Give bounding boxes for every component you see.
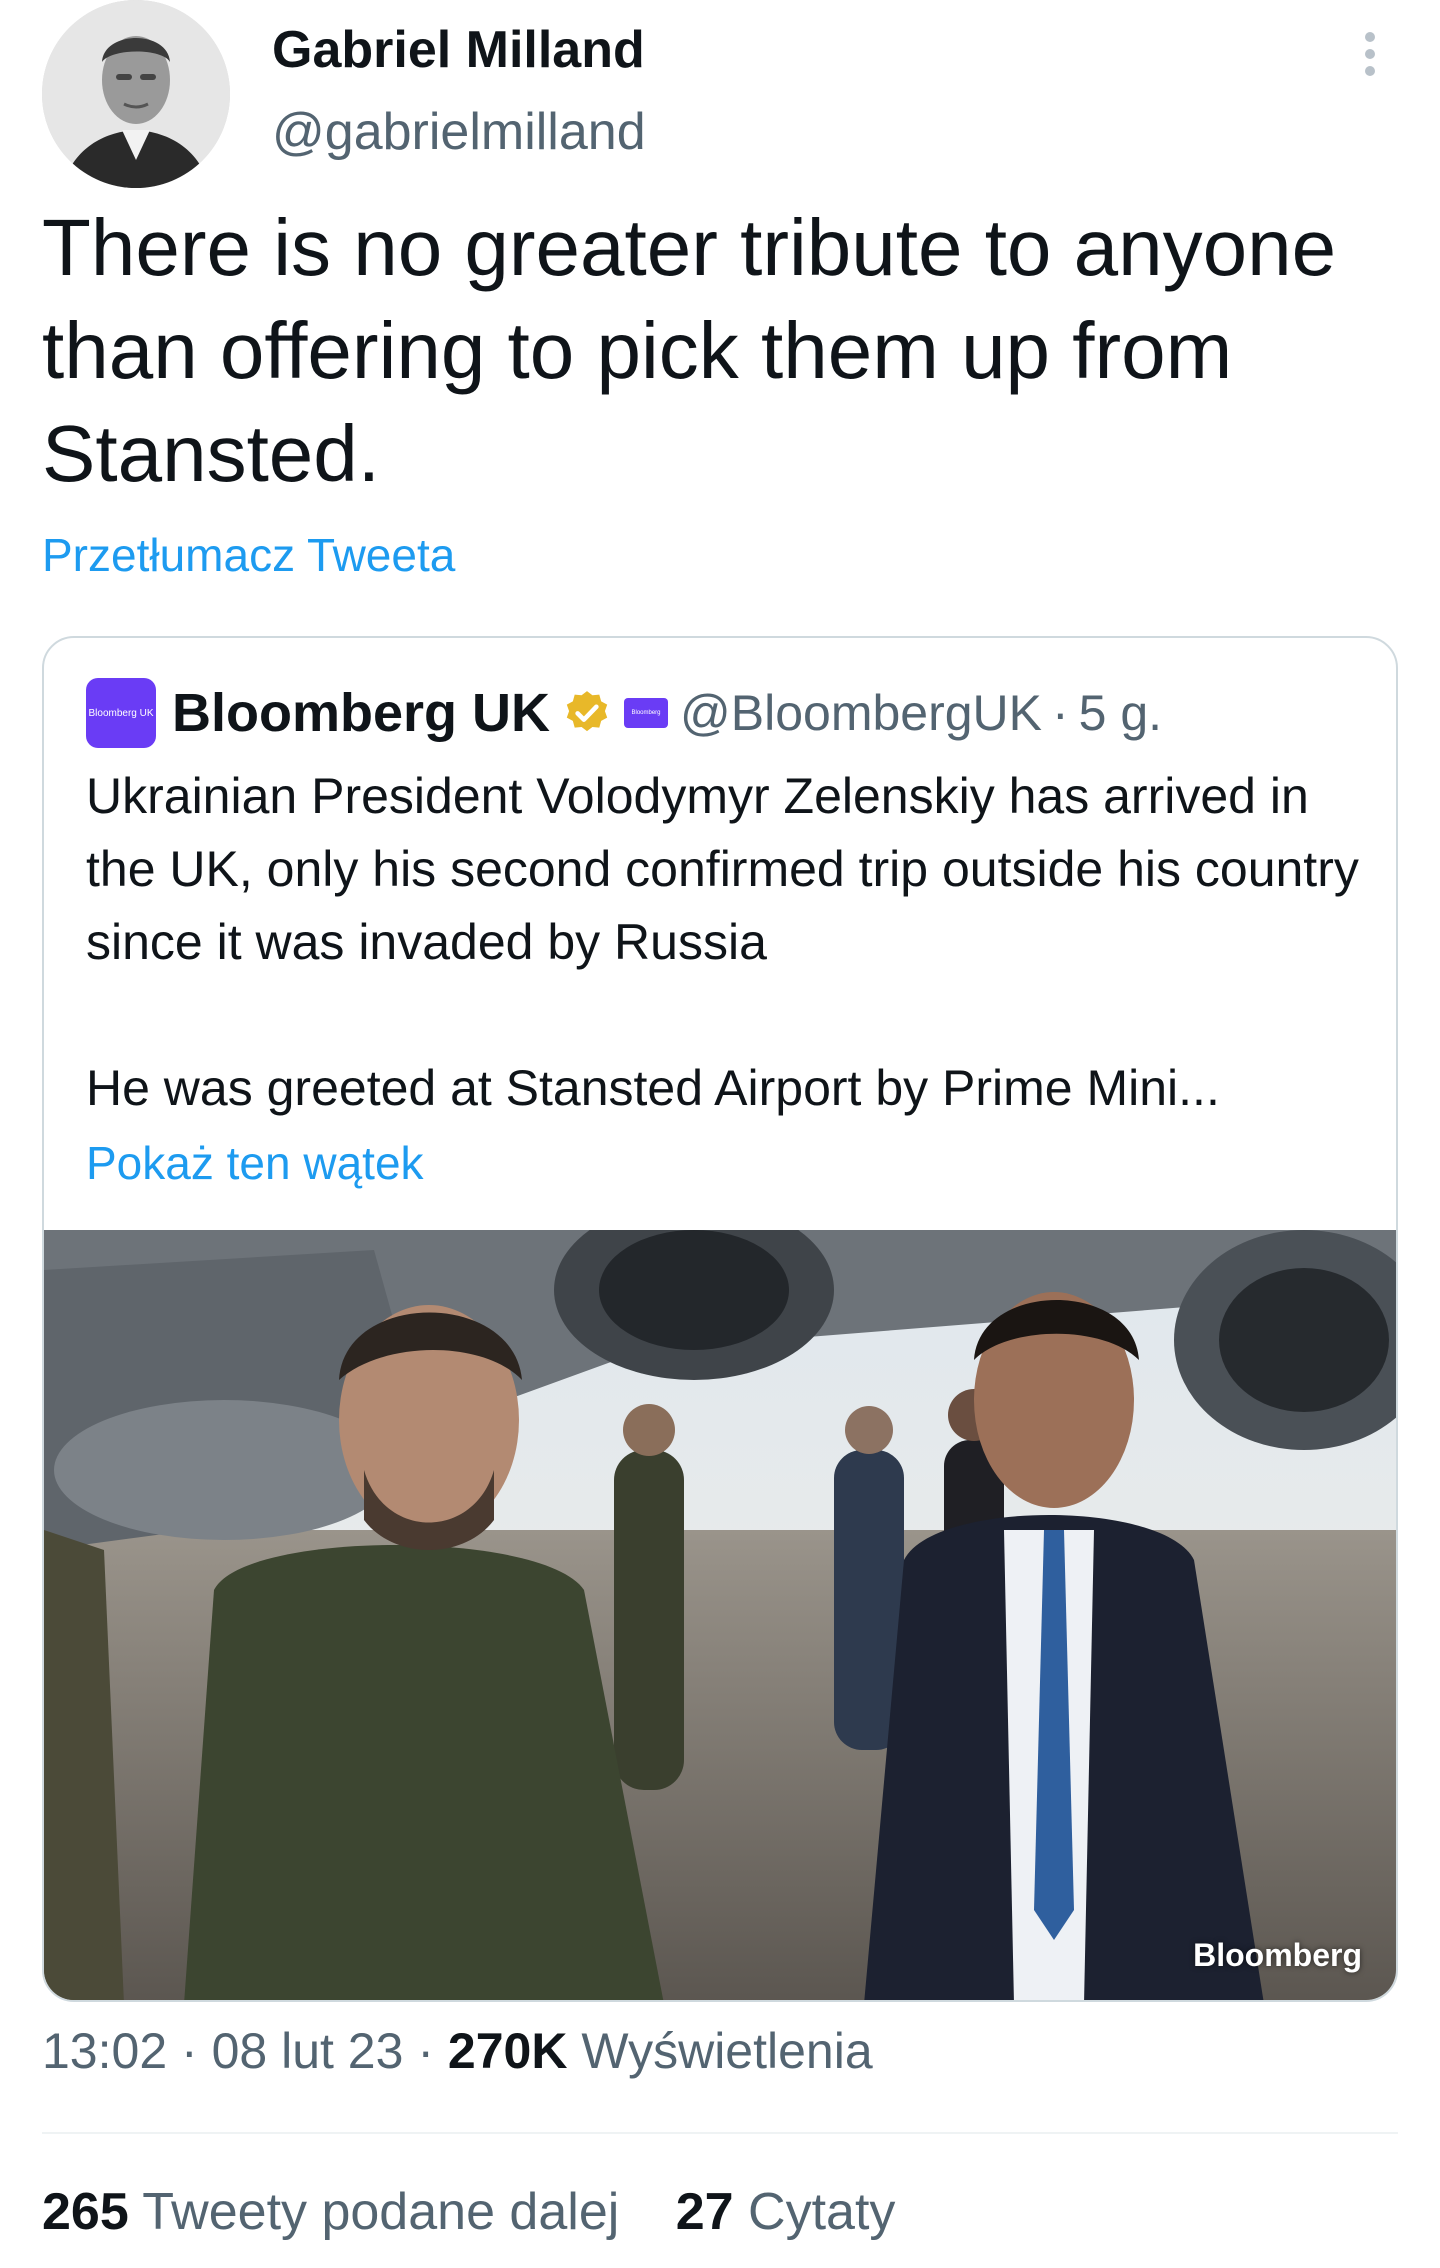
affiliate-badge-icon: Bloomberg	[624, 698, 668, 728]
separator-dot: ·	[1052, 685, 1069, 741]
quoted-author-name[interactable]: Bloomberg UK	[172, 682, 550, 744]
tweet-time[interactable]: 13:02	[42, 2023, 167, 2079]
retweets-label: Tweety podane dalej	[142, 2183, 620, 2241]
photo-watermark: Bloomberg	[1193, 1937, 1362, 1973]
retweets-stat[interactable]: 265 Tweety podane dalej	[42, 2183, 634, 2241]
more-dot-icon	[1365, 66, 1375, 76]
tweet-meta: 13:02 · 08 lut 23 · 270K Wyświetlenia	[42, 2022, 873, 2080]
more-options-button[interactable]	[1344, 28, 1396, 80]
quotes-label: Cytaty	[748, 2183, 896, 2241]
verified-badge-icon	[566, 691, 608, 732]
author-avatar[interactable]	[42, 0, 230, 188]
airport-photo	[44, 1230, 1396, 2000]
tweet-text: There is no greater tribute to anyone th…	[42, 203, 1337, 498]
divider	[42, 2132, 1398, 2134]
quoted-timestamp[interactable]: 5 g.	[1079, 684, 1162, 742]
show-thread-link[interactable]: Pokaż ten wątek	[86, 1136, 424, 1190]
author-photo	[42, 0, 230, 188]
quotes-count: 27	[675, 2183, 734, 2241]
quoted-text-paragraph: He was greeted at Stansted Airport by Pr…	[86, 1060, 1220, 1116]
author-name[interactable]: Gabriel Milland	[272, 20, 645, 80]
separator-dot: ·	[417, 2023, 434, 2079]
tweet-stats: 265 Tweety podane dalej 27 Cytaty	[42, 2182, 895, 2242]
more-dot-icon	[1365, 49, 1375, 59]
views-label: Wyświetlenia	[581, 2023, 873, 2079]
quoted-tweet-card[interactable]: Bloomberg UK Bloomberg UK Bloomberg @Blo…	[42, 636, 1398, 2002]
quoted-author-avatar[interactable]: Bloomberg UK	[86, 678, 156, 748]
more-dot-icon	[1365, 32, 1375, 42]
separator-dot: ·	[181, 2023, 198, 2079]
tweet-date[interactable]: 08 lut 23	[212, 2023, 404, 2079]
author-handle[interactable]: @gabrielmilland	[272, 102, 646, 162]
quoted-tweet-header: Bloomberg UK Bloomberg UK Bloomberg @Blo…	[86, 678, 1162, 748]
quotes-stat[interactable]: 27 Cytaty	[676, 2183, 896, 2241]
views-count: 270K	[447, 2023, 568, 2079]
retweets-count: 265	[42, 2183, 129, 2241]
quoted-tweet-text: Ukrainian President Volodymyr Zelenskiy …	[86, 760, 1376, 1125]
quoted-tweet-photo[interactable]: Bloomberg	[44, 1230, 1396, 2000]
quoted-text-paragraph: Ukrainian President Volodymyr Zelenskiy …	[86, 768, 1359, 970]
quoted-author-handle: @BloombergUK	[680, 685, 1043, 741]
translate-tweet-link[interactable]: Przetłumacz Tweeta	[42, 528, 455, 582]
